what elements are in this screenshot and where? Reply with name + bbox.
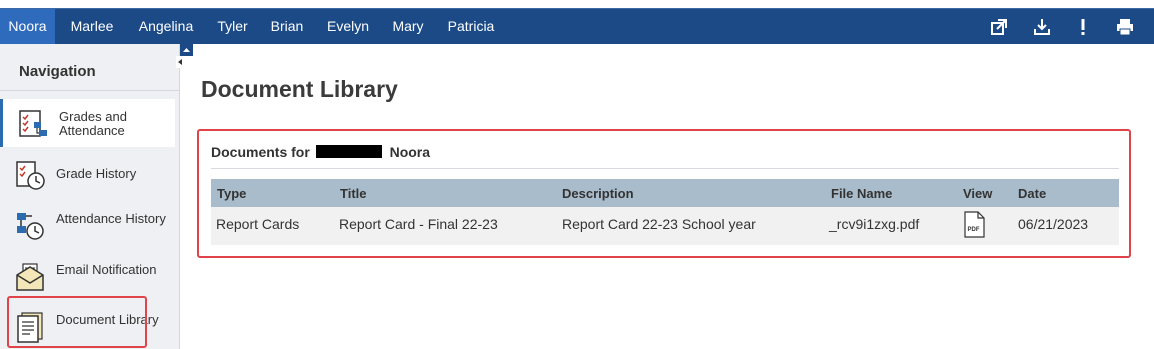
student-tab-patricia[interactable]: Patricia: [441, 9, 501, 44]
sidebar-item-label: Attendance History: [56, 211, 166, 226]
student-tab-marlee[interactable]: Marlee: [62, 9, 122, 44]
student-tab-noora[interactable]: Noora: [0, 9, 55, 44]
download-icon[interactable]: [1032, 17, 1052, 37]
student-tab-angelina[interactable]: Angelina: [130, 9, 202, 44]
student-tab-brian[interactable]: Brian: [264, 9, 310, 44]
alert-icon[interactable]: [1073, 17, 1093, 37]
sidebar-item-label: Grade History: [56, 166, 137, 181]
student-tab-tyler[interactable]: Tyler: [209, 9, 256, 44]
highlight-documents-panel: [197, 129, 1131, 258]
collapse-top-icon[interactable]: [180, 44, 193, 56]
sidebar-item-label: Grades and Attendance: [59, 109, 127, 138]
sidebar-item-grades-attendance[interactable]: Grades and Attendance: [0, 99, 175, 147]
sidebar-item-label: Email Notification: [56, 262, 157, 277]
collapse-sidebar-icon[interactable]: [176, 56, 185, 68]
sidebar-item-grade-history[interactable]: Grade History: [0, 150, 175, 198]
grade-history-icon: [16, 161, 45, 190]
student-tab-evelyn[interactable]: Evelyn: [320, 9, 376, 44]
attendance-history-icon: [17, 213, 44, 240]
email-notification-icon: [16, 263, 44, 291]
printer-icon[interactable]: [1115, 17, 1135, 37]
sidebar-item-attendance-history[interactable]: Attendance History: [0, 201, 175, 249]
open-in-new-window-icon[interactable]: [989, 17, 1009, 37]
page-title: Document Library: [201, 76, 398, 102]
student-bar: Noora Marlee Angelina Tyler Brian Evelyn…: [0, 8, 1154, 44]
grades-attendance-icon: [19, 110, 47, 137]
highlight-document-library: [7, 296, 147, 348]
navigation-divider: [0, 90, 179, 91]
navigation-heading: Navigation: [19, 63, 96, 80]
sidebar-item-email-notification[interactable]: Email Notification: [0, 252, 175, 300]
student-tab-mary[interactable]: Mary: [386, 9, 430, 44]
